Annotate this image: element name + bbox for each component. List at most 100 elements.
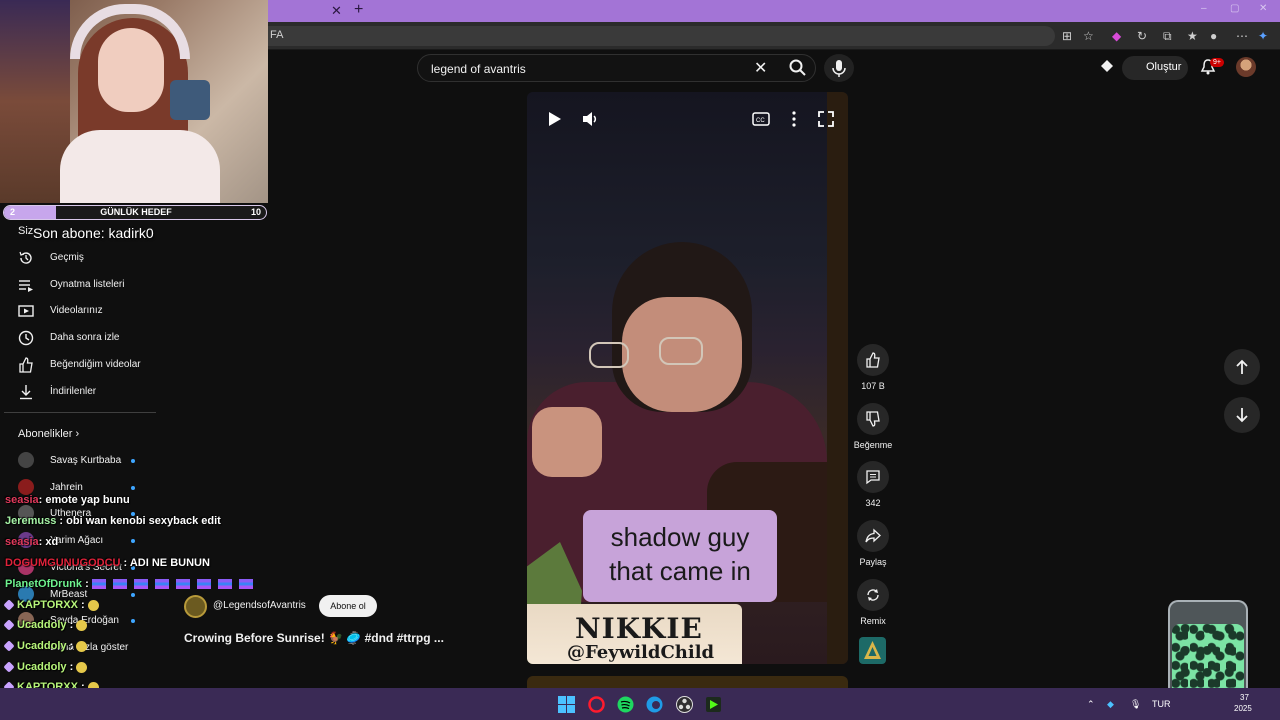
input-language[interactable]: TUR <box>1152 699 1171 709</box>
chat-message: Ucaddoly : <box>3 661 88 673</box>
more-options-icon[interactable] <box>785 110 803 128</box>
badge-icon <box>3 599 15 611</box>
sidebar-item-download[interactable]: İndirilenler <box>0 379 155 405</box>
sidebar-item-label: Geçmiş <box>50 252 84 263</box>
dislike-button[interactable] <box>857 403 889 435</box>
clock-time[interactable]: 37 <box>1240 693 1249 702</box>
sidebar-item-watch-later[interactable]: Daha sonra izle <box>0 325 155 351</box>
chat-text: : <box>77 599 88 611</box>
refresh-icon[interactable]: ↻ <box>1137 29 1147 43</box>
previous-video-button[interactable] <box>1224 349 1260 385</box>
more-menu-icon[interactable]: ⋯ <box>1236 29 1248 43</box>
arrow-down-icon <box>1236 408 1248 423</box>
remix-action[interactable]: Remix <box>850 579 896 626</box>
channel-name: Savaş Kurtbaba <box>50 455 122 466</box>
chat-text: : <box>66 661 77 673</box>
tray-chevron-icon[interactable]: ⌃ <box>1087 699 1095 710</box>
spotify-icon[interactable] <box>617 696 634 713</box>
opera-icon[interactable] <box>588 696 605 713</box>
sidebar-item-label: Oynatma listeleri <box>50 278 125 290</box>
maximize-button[interactable]: ▢ <box>1230 3 1239 14</box>
search-icon <box>789 59 806 76</box>
tray-app-icon[interactable]: ◆ <box>1107 699 1114 710</box>
sidebar-item-label: Videolarınız <box>50 305 103 317</box>
split-screen-icon[interactable]: ⧉ <box>1163 29 1172 44</box>
profile-icon[interactable]: ● <box>1210 29 1217 43</box>
clock-date[interactable]: 2025 <box>1234 704 1252 713</box>
windows-start-icon[interactable] <box>558 696 575 713</box>
like-action[interactable]: 107 B <box>850 344 896 391</box>
fullscreen-icon[interactable] <box>817 110 835 128</box>
download-icon <box>18 384 34 400</box>
captions-icon[interactable]: CC <box>752 110 770 128</box>
chat-text: : <box>82 578 92 590</box>
obs-icon[interactable] <box>676 696 693 713</box>
channel-avatar <box>18 478 34 495</box>
sidebar-item-liked[interactable]: Beğendiğim videolar <box>0 352 155 378</box>
sidebar-item-your-videos[interactable]: Videolarınız <box>0 298 155 324</box>
sidebar-item-playlist[interactable]: Oynatma listeleri <box>0 272 155 298</box>
play-icon[interactable] <box>545 110 563 128</box>
account-avatar[interactable] <box>1236 57 1256 77</box>
favorite-star-icon[interactable]: ☆ <box>1083 29 1094 43</box>
search-button[interactable] <box>788 58 814 78</box>
subscribe-button[interactable]: Abone ol <box>319 595 377 617</box>
nameplate-handle: @FeywildChild <box>567 642 715 663</box>
emote-icon <box>133 579 148 590</box>
video-title[interactable]: Crowing Before Sunrise! 🐓 🥏 #dnd #ttrpg … <box>184 631 444 645</box>
thumbs-up-icon <box>866 352 880 368</box>
comment-count: 342 <box>865 498 881 508</box>
emote-icon <box>76 661 88 673</box>
sound-thumbnail[interactable] <box>859 637 886 664</box>
sidebar-item-history[interactable]: Geçmiş <box>0 245 155 271</box>
emote-icon <box>76 640 88 652</box>
emote-icon <box>87 599 99 611</box>
streamer-webcam <box>0 0 268 203</box>
share-button[interactable] <box>857 520 889 552</box>
chat-text: : ADI NE BUNUN <box>120 557 210 569</box>
cast-icon[interactable] <box>1099 58 1115 81</box>
search-box[interactable]: legend of avantris ✕ <box>417 54 816 82</box>
copilot-icon[interactable]: ✦ <box>1258 29 1268 43</box>
create-button[interactable]: Oluştur <box>1122 56 1188 80</box>
chat-message: KAPTORXX : <box>3 599 99 611</box>
next-video-preview[interactable] <box>527 676 848 688</box>
comments-button[interactable] <box>857 461 889 493</box>
edge-icon[interactable] <box>646 696 663 713</box>
mic-icon <box>832 60 846 77</box>
extension-icon[interactable]: ◆ <box>1112 29 1121 43</box>
channel-avatar[interactable] <box>184 595 207 618</box>
channel-avatar <box>18 452 34 468</box>
volume-icon[interactable] <box>581 110 599 128</box>
video-caption: shadow guy that came in <box>583 510 777 602</box>
comments-action[interactable]: 342 <box>850 461 896 508</box>
tray-mic-icon[interactable]: 🎙 <box>1130 699 1141 710</box>
sidebar-item-label: İndirilenler <box>50 385 97 397</box>
search-input[interactable]: legend of avantris <box>431 62 526 76</box>
dislike-action[interactable]: Beğenme <box>850 403 896 450</box>
address-bar[interactable]: FA <box>210 26 1055 46</box>
remix-button[interactable] <box>857 579 889 611</box>
minimize-button[interactable]: – <box>1201 3 1207 14</box>
history-icon <box>18 250 34 266</box>
clear-search-icon[interactable]: ✕ <box>754 58 767 78</box>
subscriptions-label[interactable]: Abonelikler › <box>18 428 79 440</box>
close-window-button[interactable]: ✕ <box>1259 3 1267 14</box>
streamlabs-icon[interactable] <box>705 696 722 713</box>
shorts-video-player[interactable]: CC shadow guy that came in NIKKIE @Feywi… <box>527 92 848 664</box>
next-video-button[interactable] <box>1224 397 1260 433</box>
voice-search-button[interactable] <box>824 54 854 82</box>
share-icon <box>865 528 881 543</box>
subscription-channel[interactable]: Savaş Kurtbaba <box>0 448 155 474</box>
new-tab-button[interactable]: + <box>354 1 363 19</box>
share-action[interactable]: Paylaş <box>850 520 896 567</box>
collections-icon[interactable]: ★ <box>1187 29 1198 43</box>
app-icon[interactable]: ⊞ <box>1062 29 1072 43</box>
tab-close-button[interactable]: ✕ <box>331 3 342 19</box>
channel-handle[interactable]: @LegendsofAvantris <box>213 600 306 611</box>
chat-text: : xd <box>38 536 59 548</box>
chat-text: : <box>66 619 77 631</box>
sidebar-divider <box>4 412 156 413</box>
like-button[interactable] <box>857 344 889 376</box>
chat-message: Ucaddoly : <box>3 619 88 631</box>
